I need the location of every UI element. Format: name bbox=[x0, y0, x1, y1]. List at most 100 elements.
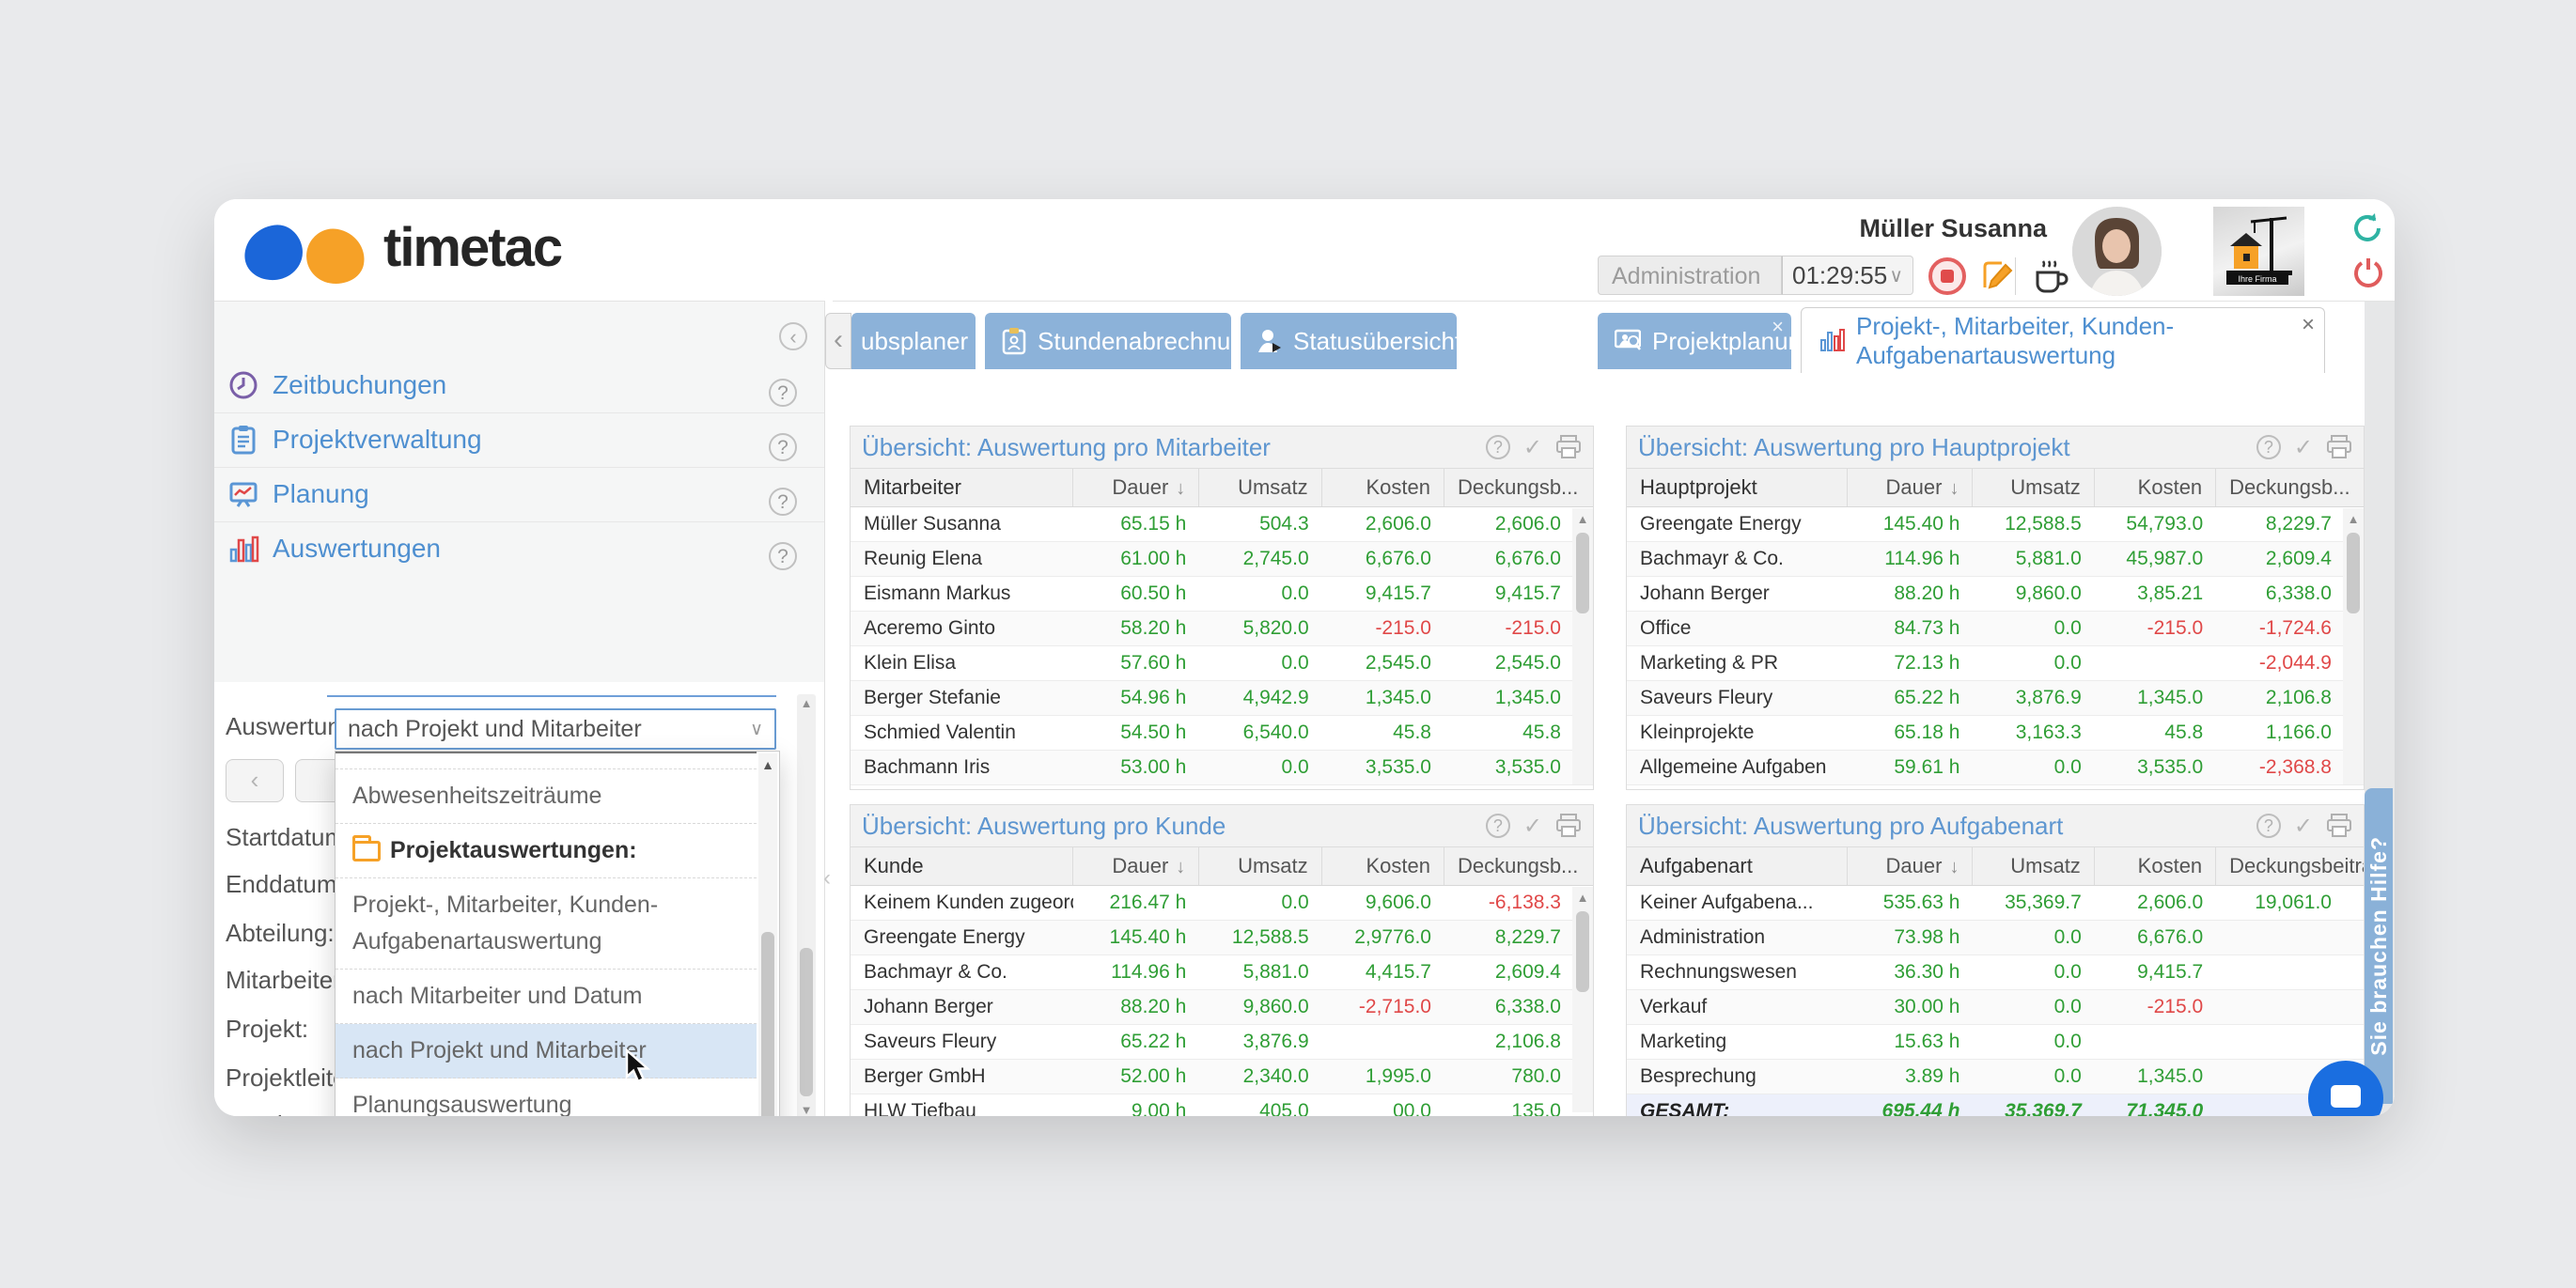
table-scrollbar[interactable]: ▲ bbox=[1572, 508, 1593, 784]
close-icon[interactable]: × bbox=[2302, 312, 2315, 338]
tab-scroll-left-button[interactable]: ‹ bbox=[825, 313, 851, 369]
close-icon[interactable]: × bbox=[1772, 315, 1784, 339]
column-header[interactable]: Kosten bbox=[1322, 469, 1444, 506]
tab-active-aufgabenartauswertung[interactable]: Projekt-, Mitarbeiter, Kunden- Aufgabena… bbox=[1801, 307, 2325, 373]
column-header[interactable]: Deckungsb... bbox=[2216, 469, 2364, 506]
column-header[interactable]: Kosten bbox=[1322, 847, 1444, 885]
auswertung-select[interactable]: nach Projekt und Mitarbeiter ∨ bbox=[335, 708, 776, 750]
table-row[interactable]: Johann Berger88.20 h9,860.03,85.216,338.… bbox=[1627, 577, 2364, 612]
column-header[interactable]: Kosten bbox=[2095, 847, 2216, 885]
table-row[interactable]: Rechnungswesen36.30 h0.09,415.7 bbox=[1627, 955, 2364, 990]
table-row[interactable]: Administration73.98 h0.06,676.0 bbox=[1627, 921, 2364, 955]
column-header[interactable]: Deckungsbeitrag bbox=[2216, 847, 2364, 885]
check-icon[interactable]: ✓ bbox=[2294, 434, 2313, 461]
column-header[interactable]: Deckungsb... bbox=[1444, 469, 1593, 506]
scroll-up-icon[interactable]: ▲ bbox=[797, 696, 816, 710]
help-icon[interactable]: ? bbox=[2256, 814, 2281, 838]
logout-power-icon[interactable] bbox=[2351, 256, 2385, 289]
column-header[interactable]: Hauptprojekt bbox=[1627, 469, 1848, 506]
table-total-row[interactable]: GESAMT:695.44 h35,369.771,345.06 bbox=[1627, 1094, 2364, 1116]
dropdown-option[interactable]: Abwesenheitszeiträume bbox=[336, 769, 757, 824]
help-icon[interactable]: ? bbox=[769, 542, 797, 570]
table-row[interactable]: Reunig Elena61.00 h2,745.06,676.06,676.0 bbox=[851, 542, 1593, 577]
sidebar-collapse-button[interactable]: ‹ bbox=[779, 322, 807, 350]
dropdown-option[interactable]: Projektauswertungen: bbox=[336, 824, 757, 878]
table-row[interactable]: Berger Stefanie54.96 h4,942.91,345.01,34… bbox=[851, 681, 1593, 716]
check-icon[interactable]: ✓ bbox=[2294, 813, 2313, 840]
sidebar-item-projektverwaltung[interactable]: Projektverwaltung bbox=[214, 412, 824, 468]
prev-period-button[interactable]: ‹ bbox=[226, 759, 284, 802]
filter-panel-scrollbar[interactable]: ▲ ▼ bbox=[797, 694, 816, 1116]
print-icon[interactable] bbox=[2326, 814, 2352, 838]
help-side-tab[interactable]: Sie brauchen Hilfe? bbox=[2365, 788, 2393, 1104]
dropdown-option[interactable]: nach Projekt und Mitarbeiter bbox=[336, 1024, 757, 1079]
table-row[interactable]: Müller Susanna65.15 h504.32,606.02,606.0 bbox=[851, 507, 1593, 542]
table-row[interactable]: Bachmayr & Co.114.96 h5,881.04,415.72,60… bbox=[851, 955, 1593, 990]
column-header[interactable]: Kosten bbox=[2095, 469, 2216, 506]
table-row[interactable]: Greengate Energy145.40 h12,588.52,9776.0… bbox=[851, 921, 1593, 955]
check-icon[interactable]: ✓ bbox=[1523, 434, 1542, 461]
table-row[interactable]: Marketing & PR72.13 h0.0-2,044.9 bbox=[1627, 646, 2364, 681]
table-row[interactable]: Besprechung3.89 h0.01,345.0 bbox=[1627, 1060, 2364, 1094]
table-row[interactable]: Greengate Energy145.40 h12,588.554,793.0… bbox=[1627, 507, 2364, 542]
stop-timer-button[interactable] bbox=[1928, 257, 1966, 295]
tab-statusuebersicht[interactable]: Statusübersicht bbox=[1241, 313, 1457, 369]
table-row[interactable]: Keinem Kunden zugeordnet216.47 h0.09,606… bbox=[851, 886, 1593, 921]
table-row[interactable]: Allgemeine Aufgaben59.61 h0.03,535.0-2,3… bbox=[1627, 751, 2364, 785]
scroll-up-icon[interactable]: ▲ bbox=[758, 757, 777, 772]
column-header[interactable]: Umsatz bbox=[1973, 469, 2094, 506]
dropdown-option[interactable]: nach Mitarbeiter und Datum bbox=[336, 970, 757, 1024]
check-icon[interactable]: ✓ bbox=[1523, 813, 1542, 840]
dropdown-option[interactable]: Projekt-, Mitarbeiter, Kunden-Aufgabenar… bbox=[336, 878, 757, 970]
table-row[interactable]: Bachmann Iris53.00 h0.03,535.03,535.0 bbox=[851, 751, 1593, 785]
help-icon[interactable]: ? bbox=[769, 488, 797, 516]
sidebar-item-auswertungen[interactable]: Auswertungen bbox=[214, 521, 824, 576]
table-row[interactable]: Aceremo Ginto58.20 h5,820.0-215.0-215.0 bbox=[851, 612, 1593, 646]
dropdown-scrollbar[interactable]: ▲ ▼ bbox=[758, 753, 777, 1116]
help-icon[interactable]: ? bbox=[1486, 814, 1510, 838]
scrollbar-thumb[interactable] bbox=[800, 948, 813, 1096]
column-header[interactable]: Umsatz bbox=[1973, 847, 2094, 885]
timer-display[interactable]: 01:29:55 ∨ bbox=[1782, 256, 1913, 295]
column-header[interactable]: Dauer↓ bbox=[1848, 469, 1973, 506]
table-row[interactable]: Berger GmbH52.00 h2,340.01,995.0780.0 bbox=[851, 1060, 1593, 1094]
table-row[interactable]: Marketing15.63 h0.0 bbox=[1627, 1025, 2364, 1060]
column-header[interactable]: Dauer↓ bbox=[1848, 847, 1973, 885]
column-header[interactable]: Umsatz bbox=[1199, 847, 1321, 885]
column-header[interactable]: Dauer↓ bbox=[1073, 847, 1199, 885]
column-header[interactable]: Umsatz bbox=[1199, 469, 1321, 506]
print-icon[interactable] bbox=[1555, 814, 1582, 838]
table-row[interactable]: Eismann Markus60.50 h0.09,415.79,415.7 bbox=[851, 577, 1593, 612]
break-coffee-button[interactable] bbox=[2030, 256, 2071, 297]
dropdown-option[interactable] bbox=[336, 752, 757, 769]
scroll-down-icon[interactable]: ▼ bbox=[797, 1103, 816, 1116]
print-icon[interactable] bbox=[2326, 435, 2352, 459]
column-header[interactable]: Kunde bbox=[851, 847, 1073, 885]
tab-projektplanung[interactable]: Projektplanung × bbox=[1598, 313, 1791, 369]
print-icon[interactable] bbox=[1555, 435, 1582, 459]
edit-note-button[interactable] bbox=[1977, 257, 2015, 295]
sidebar-item-planung[interactable]: Planung bbox=[214, 467, 824, 522]
column-header[interactable]: Deckungsb... bbox=[1444, 847, 1593, 885]
tab-stundenabrechnung[interactable]: Stundenabrechnung bbox=[985, 313, 1231, 369]
sidebar-item-zeitbuchungen[interactable]: Zeitbuchungen bbox=[214, 358, 824, 413]
help-icon[interactable]: ? bbox=[769, 379, 797, 407]
table-row[interactable]: Saveurs Fleury65.22 h3,876.91,345.02,106… bbox=[1627, 681, 2364, 716]
column-header[interactable]: Dauer↓ bbox=[1073, 469, 1199, 506]
user-avatar[interactable] bbox=[2072, 207, 2162, 296]
table-row[interactable]: Bachmayr & Co.114.96 h5,881.045,987.02,6… bbox=[1627, 542, 2364, 577]
table-row[interactable]: Office84.73 h0.0-215.0-1,724.6 bbox=[1627, 612, 2364, 646]
table-row[interactable]: Keiner Aufgabena...535.63 h35,369.72,606… bbox=[1627, 886, 2364, 921]
tab-urlaubsplaner[interactable]: ubsplaner bbox=[851, 313, 976, 369]
table-scrollbar[interactable]: ▲ bbox=[2343, 508, 2364, 784]
current-task-field[interactable]: Administration bbox=[1598, 256, 1782, 295]
table-row[interactable]: Saveurs Fleury65.22 h3,876.92,106.8 bbox=[851, 1025, 1593, 1060]
table-scrollbar[interactable]: ▲ bbox=[1572, 887, 1593, 1112]
table-row[interactable]: Kleinprojekte65.18 h3,163.345.81,166.0 bbox=[1627, 716, 2364, 751]
table-row[interactable]: Johann Berger88.20 h9,860.0-2,715.06,338… bbox=[851, 990, 1593, 1025]
table-row[interactable]: Schmied Valentin54.50 h6,540.045.845.8 bbox=[851, 716, 1593, 751]
scrollbar-thumb[interactable] bbox=[761, 932, 774, 1116]
help-icon[interactable]: ? bbox=[1486, 435, 1510, 459]
company-logo[interactable]: Ihre Firma bbox=[2213, 207, 2304, 296]
column-header[interactable]: Mitarbeiter bbox=[851, 469, 1073, 506]
